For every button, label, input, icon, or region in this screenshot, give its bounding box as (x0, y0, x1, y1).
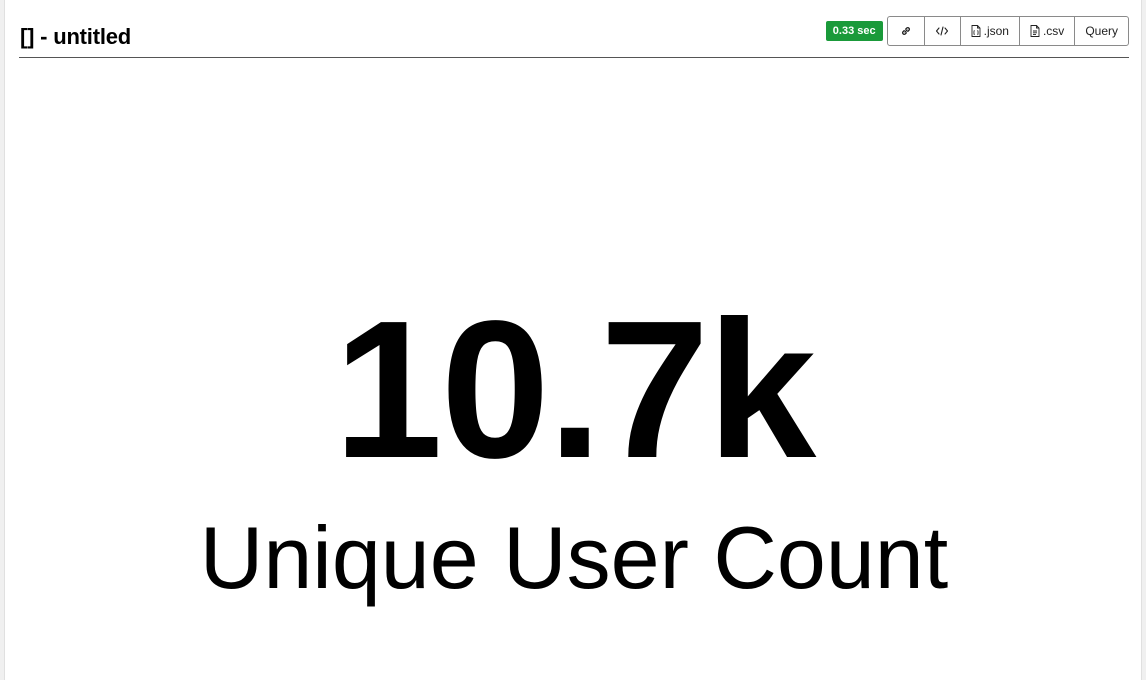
query-timing-badge: 0.33 sec (825, 21, 883, 41)
export-json-button[interactable]: .json (959, 17, 1019, 45)
big-number-value: 10.7k (333, 280, 816, 499)
embed-code-button[interactable] (923, 17, 960, 45)
chart-header: [] - untitled 0.33 sec .json .csv Query (19, 14, 1129, 58)
chart-title: [] - untitled (20, 24, 132, 49)
chart-panel: [] - untitled 0.33 sec .json .csv Query … (4, 0, 1142, 680)
export-json-label: .json (983, 24, 1009, 38)
file-csv-icon (1030, 25, 1040, 37)
export-csv-label: .csv (1042, 24, 1065, 38)
file-json-icon (971, 25, 981, 37)
link-icon (900, 25, 912, 37)
code-icon (935, 25, 949, 37)
big-number-subheader: Unique User Count (199, 508, 949, 607)
export-csv-button[interactable]: .csv (1018, 17, 1074, 45)
view-query-button[interactable]: Query (1074, 17, 1128, 45)
export-button-group: .json .csv Query (886, 16, 1129, 46)
copy-link-button[interactable] (888, 17, 924, 45)
chart-toolbar: 0.33 sec .json .csv Query (825, 16, 1129, 46)
